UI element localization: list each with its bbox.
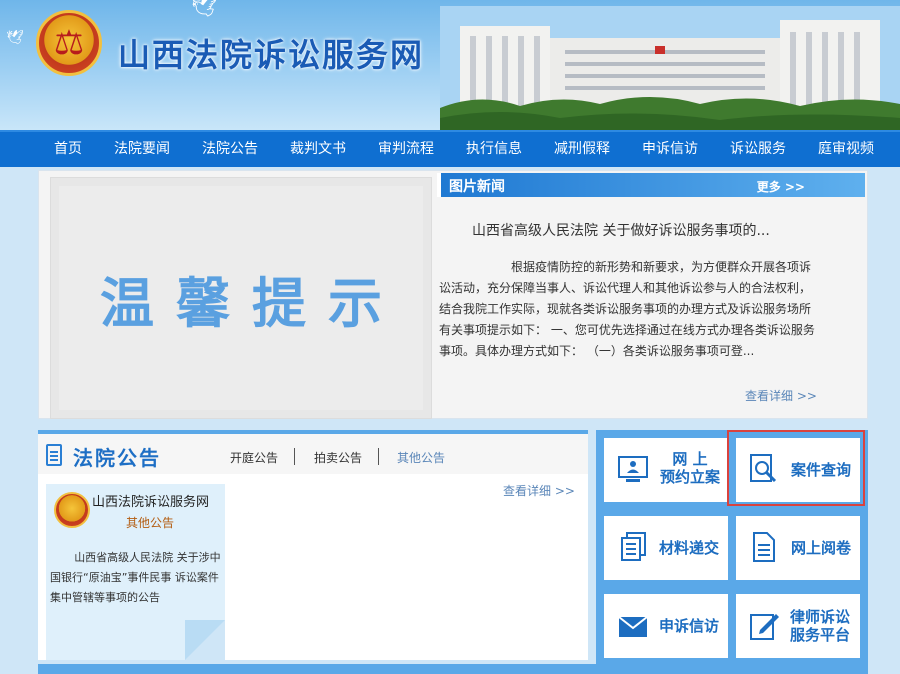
tab-divider	[378, 448, 379, 465]
computer-user-icon	[618, 456, 648, 482]
notice-card[interactable]: 山西法院诉讼服务网 其他公告 山西省高级人民法院 关于涉中国银行“原油宝”事件民…	[46, 484, 225, 660]
tab-auction-notices[interactable]: 拍卖公告	[314, 449, 362, 466]
main-nav: 首页 法院要闻 法院公告 裁判文书 审判流程 执行信息 减刑假释 申诉信访 诉讼…	[0, 130, 900, 167]
notice-card-source: 山西法院诉讼服务网	[92, 495, 210, 510]
online-filing-label-line1: 网 上	[672, 450, 708, 468]
nav-item-litigation-services[interactable]: 诉讼服务	[714, 132, 802, 167]
header-accent-bar	[437, 173, 441, 197]
court-notice-title-bar: 法院公告 开庭公告 拍卖公告 其他公告	[38, 434, 588, 474]
dove-icon: 🕊	[190, 0, 218, 19]
nav-item-court-notices[interactable]: 法院公告	[186, 132, 274, 167]
courthouse-photo	[440, 6, 900, 130]
nav-item-judgments[interactable]: 裁判文书	[274, 132, 362, 167]
picture-news-panel: 温馨提示 图片新闻 更多 >> 山西省高级人民法院 关于做好诉讼服务事项的...…	[38, 170, 868, 419]
material-submit-label: 材料递交	[658, 539, 719, 557]
court-emblem-icon	[54, 492, 90, 528]
tab-divider	[294, 448, 295, 465]
page-fold-decoration	[185, 620, 225, 660]
tab-other-notices[interactable]: 其他公告	[397, 449, 445, 466]
picture-news-more-link[interactable]: 更多 >>	[757, 178, 805, 195]
edit-icon	[750, 614, 779, 640]
notice-card-category: 其他公告	[126, 516, 175, 530]
picture-news-detail-link[interactable]: 查看详细 >>	[745, 387, 817, 404]
lawyer-platform-label-line1: 律师诉讼	[789, 608, 850, 626]
court-notice-heading: 法院公告	[73, 446, 161, 470]
court-notice-panel: 法院公告 开庭公告 拍卖公告 其他公告 山西法院诉讼服务网 其他公告 山西省高级…	[38, 430, 588, 660]
site-header: 🕊 🕊 山西法院诉讼服务网	[0, 0, 900, 130]
nav-item-trial-process[interactable]: 审判流程	[362, 132, 450, 167]
picture-news-body: 根据疫情防控的新形势和新要求，为方便群众开展各项诉讼活动，充分保障当事人、诉讼代…	[439, 260, 815, 358]
petition-button[interactable]: 申诉信访	[604, 594, 728, 658]
case-query-highlight-box	[727, 430, 865, 506]
court-notice-more-link[interactable]: 查看详细 >>	[503, 482, 575, 499]
lawyer-platform-label-line2: 服务平台	[789, 626, 850, 644]
document-icon	[753, 532, 775, 562]
envelope-icon	[618, 616, 648, 637]
petition-label: 申诉信访	[658, 617, 719, 635]
online-filing-label-line2: 预约立案	[659, 468, 720, 486]
nav-item-commutation-parole[interactable]: 减刑假释	[538, 132, 626, 167]
dove-icon: 🕊	[6, 30, 24, 46]
nav-item-enforcement[interactable]: 执行信息	[450, 132, 538, 167]
online-review-label: 网上阅卷	[790, 539, 851, 557]
court-emblem-logo[interactable]	[36, 10, 102, 76]
picture-news-header: 图片新闻 更多 >>	[437, 173, 865, 197]
notice-banner-text: 温馨提示	[100, 271, 404, 335]
online-filing-button[interactable]: 网 上 预约立案	[604, 438, 728, 502]
nav-item-court-news[interactable]: 法院要闻	[98, 132, 186, 167]
picture-news-title[interactable]: 山西省高级人民法院 关于做好诉讼服务事项的...	[472, 220, 770, 240]
lawyer-service-platform-button[interactable]: 律师诉讼 服务平台	[736, 594, 860, 658]
document-icon	[46, 444, 62, 466]
files-icon	[621, 532, 646, 561]
picture-news-heading: 图片新闻	[449, 179, 505, 195]
footer-strip	[38, 664, 868, 674]
site-title[interactable]: 山西法院诉讼服务网	[118, 30, 424, 76]
nav-item-petitions[interactable]: 申诉信访	[626, 132, 714, 167]
notice-card-text[interactable]: 山西省高级人民法院 关于涉中国银行“原油宝”事件民事 诉讼案件集中管辖等事项的公…	[50, 548, 222, 608]
nav-item-trial-videos[interactable]: 庭审视频	[802, 132, 890, 167]
tab-hearing-notices[interactable]: 开庭公告	[230, 449, 278, 466]
nav-item-home[interactable]: 首页	[38, 132, 98, 167]
notice-banner-image[interactable]: 温馨提示	[50, 177, 432, 419]
material-submit-button[interactable]: 材料递交	[604, 516, 728, 580]
online-review-button[interactable]: 网上阅卷	[736, 516, 860, 580]
